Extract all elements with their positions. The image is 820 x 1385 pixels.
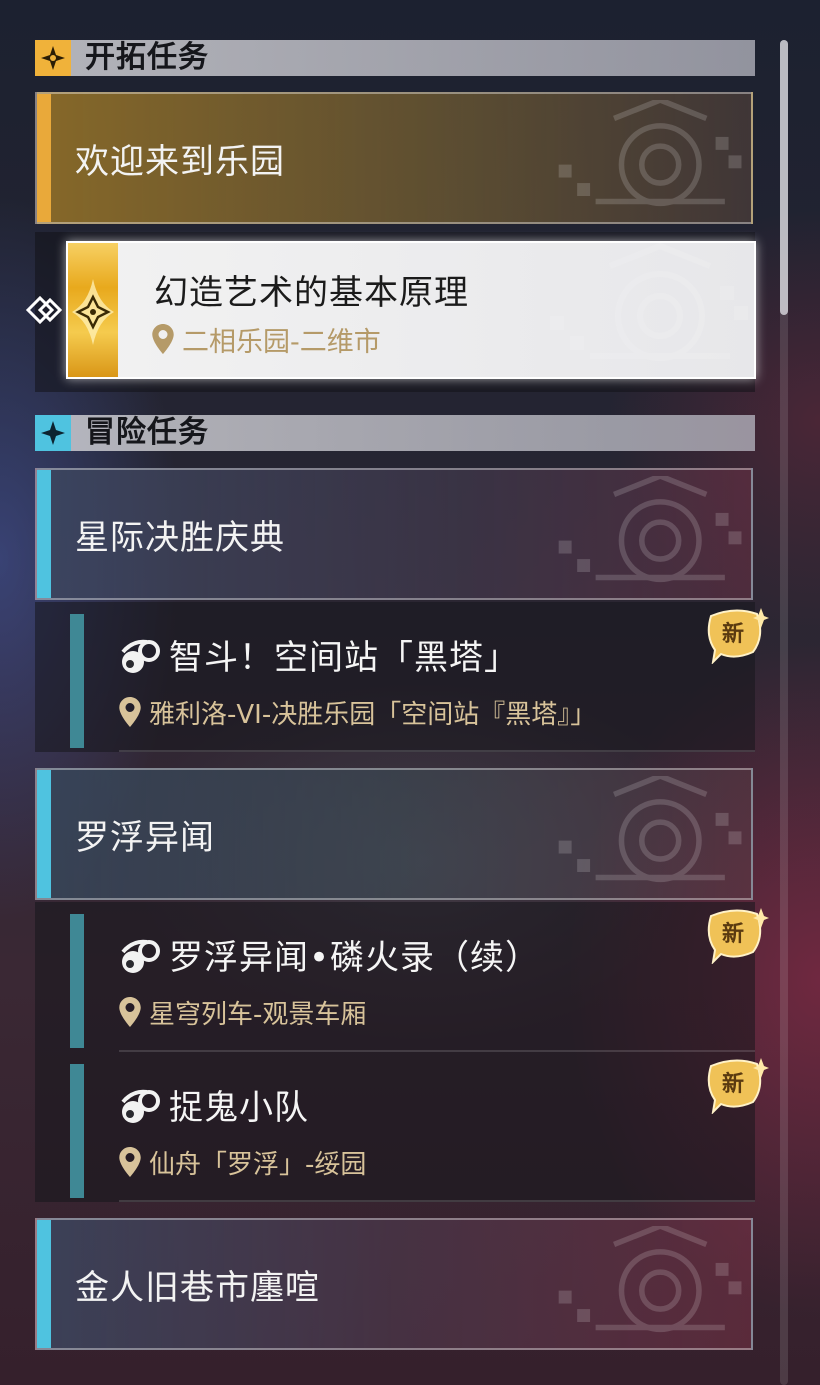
quest-location: 雅利洛-VI-决胜乐园「空间站『黑塔』」: [119, 692, 596, 732]
group-accent-bar: [37, 470, 51, 598]
adventure-icon: [35, 415, 71, 451]
new-badge: 新: [705, 906, 769, 964]
quest-title: 幻造艺术的基本原理: [154, 273, 469, 313]
trailblaze-icon: [35, 40, 71, 76]
new-badge-label: 新: [721, 622, 744, 647]
section-header-adventure: 冒险任务: [35, 415, 755, 451]
quest-bar: [70, 914, 84, 1048]
quest-title: 智斗！空间站「黑塔」: [169, 638, 519, 678]
group-accent-bar: [37, 1220, 51, 1348]
section-title: 开拓任务: [85, 40, 209, 75]
adventure-quest-icon: [119, 938, 161, 978]
new-badge: 新: [705, 606, 769, 664]
location-pin-icon: [119, 1147, 141, 1177]
quest-bar: [70, 614, 84, 748]
new-badge-label: 新: [721, 922, 744, 947]
quest-item[interactable]: 智斗！空间站「黑塔」 雅利洛-VI-决胜乐园「空间站『黑塔』」 新: [35, 602, 755, 752]
quest-group-golden-alley[interactable]: 金人旧巷市廛喧: [35, 1218, 753, 1350]
selection-arrow-icon: [25, 293, 66, 331]
quest-type-strip: [68, 243, 118, 377]
quest-bar: [70, 1064, 84, 1198]
adventure-quest-icon: [119, 638, 161, 678]
new-badge-label: 新: [721, 1072, 744, 1097]
scrollbar-thumb[interactable]: [780, 40, 788, 315]
group-accent-bar: [37, 770, 51, 898]
quest-item[interactable]: 罗浮异闻•磷火录（续） 星穹列车-观景车厢 新: [35, 902, 755, 1052]
section-header-trailblaze: 开拓任务: [35, 40, 755, 76]
location-text: 二相乐园-二维市: [182, 326, 381, 358]
quest-group-interstellar[interactable]: 星际决胜庆典: [35, 468, 753, 600]
quest-title: 捉鬼小队: [169, 1088, 309, 1128]
quest-location: 二相乐园-二维市: [152, 319, 381, 359]
quest-location: 仙舟「罗浮」-绥园: [119, 1142, 366, 1182]
quest-title: 罗浮异闻•磷火录（续）: [169, 938, 541, 978]
group-title: 金人旧巷市廛喧: [75, 1267, 320, 1308]
group-title: 欢迎来到乐园: [75, 141, 285, 182]
location-text: 雅利洛-VI-决胜乐园「空间站『黑塔』」: [149, 699, 597, 730]
location-pin-icon: [119, 997, 141, 1027]
quest-emblem-icon: [550, 243, 750, 379]
quest-item[interactable]: 捉鬼小队 仙舟「罗浮」-绥园 新: [35, 1052, 755, 1202]
location-pin-icon: [119, 697, 141, 727]
new-badge: 新: [705, 1056, 769, 1114]
group-emblem-icon: [551, 476, 751, 596]
quest-group-trailblaze[interactable]: 欢迎来到乐园: [35, 92, 753, 224]
active-quest-card[interactable]: 幻造艺术的基本原理 二相乐园-二维市: [66, 241, 756, 379]
location-text: 星穹列车-观景车厢: [149, 999, 367, 1030]
section-title: 冒险任务: [85, 415, 209, 450]
group-title: 星际决胜庆典: [75, 517, 285, 558]
location-pin-icon: [152, 324, 174, 354]
trailblaze-quest-icon: [72, 279, 114, 345]
group-emblem-icon: [551, 100, 751, 220]
adventure-quest-icon: [119, 1088, 161, 1128]
location-text: 仙舟「罗浮」-绥园: [149, 1149, 367, 1180]
group-emblem-icon: [551, 776, 751, 896]
quest-group-luofu[interactable]: 罗浮异闻: [35, 768, 753, 900]
group-emblem-icon: [551, 1226, 751, 1346]
group-title: 罗浮异闻: [75, 817, 215, 858]
divider: [119, 1200, 755, 1202]
group-accent-bar: [37, 94, 51, 222]
quest-location: 星穹列车-观景车厢: [119, 992, 366, 1032]
divider: [119, 750, 755, 752]
